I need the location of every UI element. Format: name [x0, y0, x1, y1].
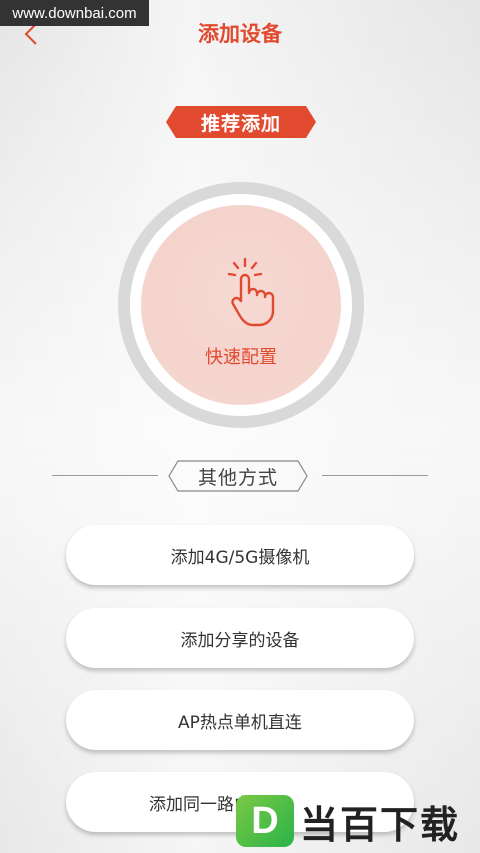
- brand-watermark: D 当百下载: [236, 793, 476, 849]
- other-methods-tag: 其他方式: [168, 460, 308, 492]
- other-methods-label: 其他方式: [197, 466, 278, 489]
- ap-hotspot-direct-button[interactable]: AP热点单机直连: [66, 690, 414, 750]
- recommend-label: 推荐添加: [200, 112, 281, 135]
- quick-config-label: 快速配置: [205, 347, 277, 368]
- brand-text: 当百下载: [300, 802, 461, 847]
- watermark-text: www.downbai.com: [12, 4, 137, 22]
- add-shared-device-button[interactable]: 添加分享的设备: [66, 608, 414, 668]
- watermark-banner: www.downbai.com: [0, 0, 149, 26]
- quick-config-button[interactable]: 快速配置: [118, 182, 364, 428]
- tap-hand-icon: [227, 257, 275, 327]
- option-label: 添加分享的设备: [180, 630, 300, 651]
- quick-config-inner: 快速配置: [141, 205, 341, 405]
- add-4g-5g-camera-button[interactable]: 添加4G/5G摄像机: [66, 525, 414, 585]
- brand-logo-letter: D: [251, 799, 279, 842]
- option-label: AP热点单机直连: [178, 712, 302, 733]
- brand-logo: D: [236, 795, 294, 847]
- option-label: 添加4G/5G摄像机: [170, 547, 310, 568]
- divider-left: [52, 475, 158, 476]
- divider-right: [322, 475, 428, 476]
- recommend-tag: 推荐添加: [166, 106, 316, 138]
